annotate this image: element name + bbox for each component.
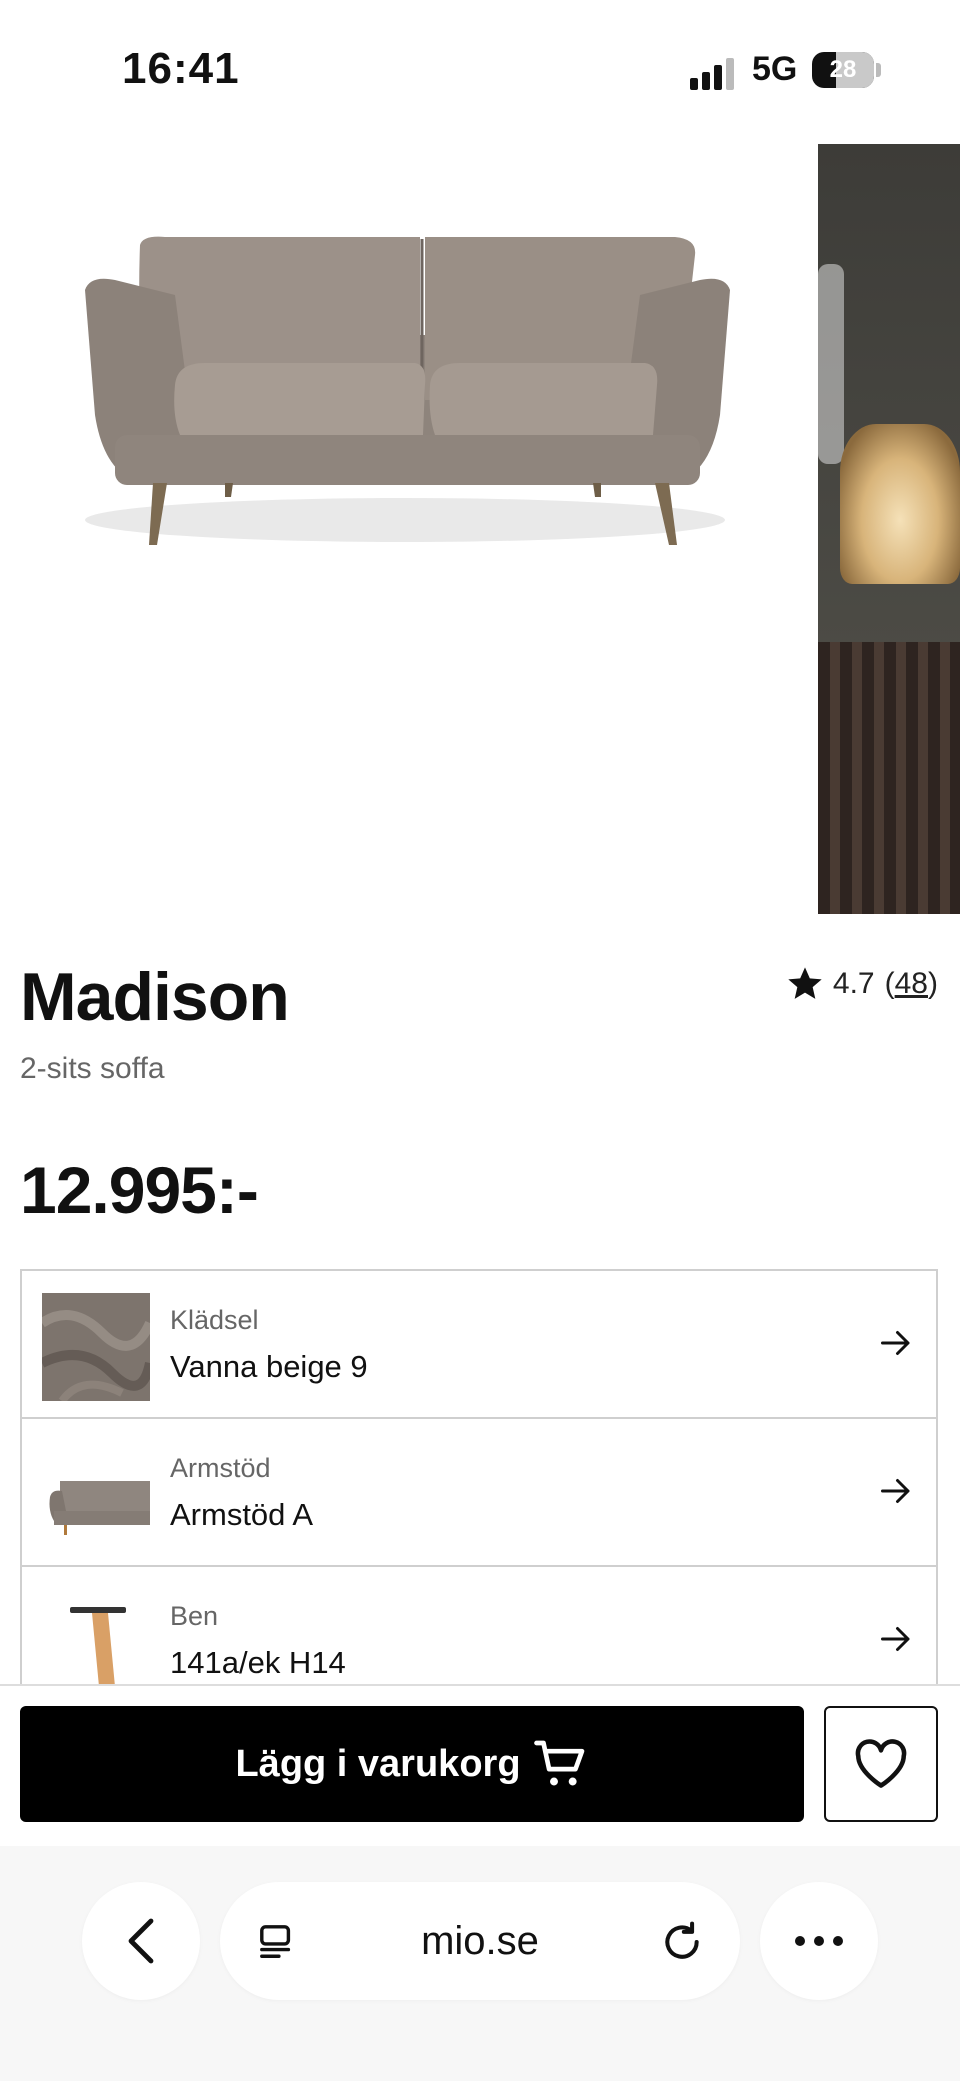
more-button[interactable] [760,1882,878,2000]
url-text: mio.se [421,1918,539,1963]
battery-level: 28 [829,56,857,83]
review-open-paren: ( [884,967,895,1000]
arrow-right-icon [881,1627,910,1651]
product-subtitle: 2-sits soffa [20,1052,165,1085]
address-bar[interactable]: mio.se [220,1882,740,2000]
option-label: Ben [170,1601,219,1631]
add-to-cart-button[interactable]: Lägg i varukorg [20,1706,804,1822]
add-to-cart-label: Lägg i varukorg [235,1742,521,1785]
option-label: Armstöd [170,1453,271,1483]
armrest-sofa-thumbnail [42,1441,150,1549]
signal-icon [690,56,736,90]
option-value: Vanna beige 9 [170,1349,368,1384]
rating[interactable]: 4.7 (48) [785,964,938,1004]
cart-icon [533,1740,584,1786]
product-gallery[interactable] [0,140,960,918]
option-row-armrest[interactable]: Armstöd Armstöd A [20,1419,938,1567]
option-row-upholstery[interactable]: Klädsel Vanna beige 9 [20,1271,938,1419]
status-time: 16:41 [122,44,240,93]
browser-toolbar: mio.se [0,1846,960,2081]
product-price: 12.995:- [20,1153,259,1227]
review-count-link[interactable]: 48 [895,967,928,1001]
sticky-bar-divider [0,1684,960,1686]
lifestyle-photo [818,144,960,914]
option-label: Klädsel [170,1305,259,1335]
star-icon [788,967,822,999]
review-close-paren: ) [928,967,938,1000]
heart-icon [855,1739,907,1788]
rating-value: 4.7 [832,967,875,1000]
network-type: 5G [752,50,798,88]
chevron-left-icon [128,1918,154,1964]
more-dots-icon [795,1936,843,1946]
sofa-image [85,236,730,545]
arrow-right-icon [881,1479,910,1503]
reload-icon[interactable] [660,1920,704,1964]
product-name: Madison [20,959,290,1035]
wooden-leg-thumbnail [42,1589,150,1686]
back-button[interactable] [82,1882,200,2000]
option-value: 141a/ek H14 [170,1645,346,1680]
configuration-list: Klädsel Vanna beige 9 Armstöd Armstöd A … [20,1269,938,1686]
option-value: Armstöd A [170,1497,313,1532]
battery-tip [876,63,881,77]
option-row-legs[interactable]: Ben 141a/ek H14 [20,1567,938,1686]
favorite-button[interactable] [824,1706,938,1822]
battery-icon: 28 [812,52,874,88]
fabric-swatch-thumbnail [42,1293,150,1401]
tabs-icon [260,1925,291,1958]
arrow-right-icon [881,1331,910,1355]
